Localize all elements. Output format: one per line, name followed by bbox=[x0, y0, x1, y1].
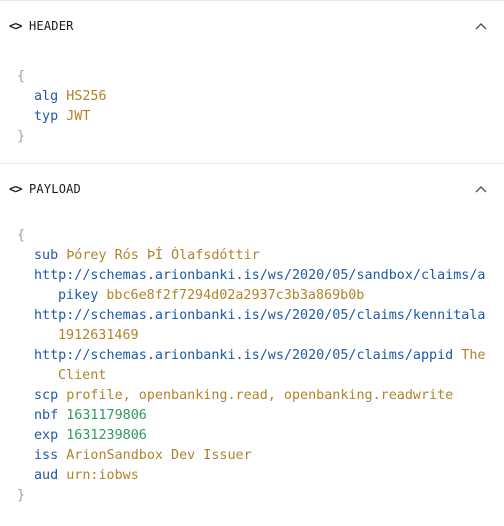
json-line: typ JWT bbox=[34, 107, 90, 127]
json-key: scp bbox=[34, 388, 59, 403]
json-key: alg bbox=[34, 89, 59, 104]
json-line: pikey bbc6e8f2f7294d02a2937c3b3a869b0b bbox=[58, 286, 364, 306]
json-value: 1631179806 bbox=[66, 408, 147, 423]
json-value: 1912631469 bbox=[58, 328, 139, 343]
json-value: HS256 bbox=[66, 89, 107, 104]
json-line: alg HS256 bbox=[34, 87, 107, 107]
code-icon: <> bbox=[9, 19, 22, 33]
json-value: Þórey Rós ÞÍ Ólafsdóttir bbox=[66, 248, 260, 263]
json-line: aud urn:iobws bbox=[34, 466, 139, 486]
header-panel-title: HEADER bbox=[29, 19, 74, 33]
header-panel: <> HEADER { alg HS256 typ JWT } bbox=[0, 0, 504, 164]
json-key: aud bbox=[34, 468, 59, 483]
json-key: nbf bbox=[34, 408, 59, 423]
open-brace: { bbox=[17, 228, 26, 243]
header-panel-toggle[interactable]: <> HEADER bbox=[0, 1, 504, 49]
chevron-up-icon[interactable] bbox=[474, 184, 488, 194]
json-value: JWT bbox=[66, 109, 91, 124]
json-key: http://schemas.arionbanki.is/ws/2020/05/… bbox=[34, 348, 454, 363]
json-key: exp bbox=[34, 428, 59, 443]
close-brace: } bbox=[17, 129, 26, 144]
json-key: typ bbox=[34, 109, 59, 124]
json-line: scp profile, openbanking.read, openbanki… bbox=[34, 386, 453, 406]
open-brace: { bbox=[17, 69, 26, 84]
json-value: profile, openbanking.read, openbanking.r… bbox=[66, 388, 454, 403]
json-key: iss bbox=[34, 448, 59, 463]
json-value: bbc6e8f2f7294d02a2937c3b3a869b0b bbox=[106, 288, 365, 303]
json-key: sub bbox=[34, 248, 59, 263]
payload-panel: <> PAYLOAD { sub Þórey Rós ÞÍ Ólafsdótti… bbox=[0, 164, 504, 526]
json-key: http://schemas.arionbanki.is/ws/2020/05/… bbox=[34, 308, 486, 323]
json-value: The bbox=[461, 348, 486, 363]
json-line: iss ArionSandbox Dev Issuer bbox=[34, 446, 252, 466]
json-value: 1631239806 bbox=[66, 428, 147, 443]
code-icon: <> bbox=[9, 182, 22, 196]
json-line: exp 1631239806 bbox=[34, 426, 147, 446]
json-value: urn:iobws bbox=[66, 468, 139, 483]
json-line: http://schemas.arionbanki.is/ws/2020/05/… bbox=[34, 346, 485, 366]
payload-panel-title: PAYLOAD bbox=[29, 182, 81, 196]
payload-panel-toggle[interactable]: <> PAYLOAD bbox=[0, 164, 504, 212]
json-key: http://schemas.arionbanki.is/ws/2020/05/… bbox=[34, 268, 486, 283]
json-key-continuation: pikey bbox=[58, 288, 99, 303]
json-line: nbf 1631179806 bbox=[34, 406, 147, 426]
close-brace: } bbox=[17, 488, 26, 503]
json-value: ArionSandbox Dev Issuer bbox=[66, 448, 252, 463]
json-line: sub Þórey Rós ÞÍ Ólafsdóttir bbox=[34, 246, 260, 266]
chevron-up-icon[interactable] bbox=[474, 21, 488, 31]
json-value-continuation: Client bbox=[58, 368, 107, 383]
